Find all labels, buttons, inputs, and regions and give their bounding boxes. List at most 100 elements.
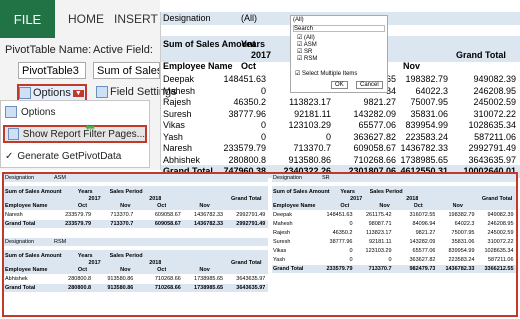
options-icon (19, 87, 31, 99)
value-field-label: Sum of Sales Amount (5, 253, 62, 259)
row-value: 0 (349, 257, 353, 263)
row-value: 261175.42 (365, 212, 392, 218)
month-nov-header: Nov (403, 61, 421, 71)
grand-total-value: 982479.73 (409, 266, 436, 272)
grand-total-header: Grand Total (231, 196, 262, 202)
row-employee-name: Suresh (273, 239, 291, 245)
year-2017-header: 2017 (88, 196, 101, 202)
row-value: 143282.09 (409, 239, 436, 245)
sales-period-label: Sales Period (369, 189, 403, 195)
chevron-down-icon[interactable]: ▼ (72, 89, 84, 97)
tab-home[interactable]: HOME (68, 0, 104, 38)
row-value: 913580.86 (107, 276, 134, 282)
row-employee-name: Deepak (273, 212, 292, 218)
multi-select-checkbox[interactable]: ☑ Select Multiple Items (295, 70, 357, 77)
month-nov-header: Nov (452, 203, 463, 209)
grand-total-value: 233579.79 (326, 266, 353, 272)
filter-row-bg (4, 238, 268, 246)
dropdown-search-input[interactable]: Search (293, 25, 385, 32)
month-oct-header: Oct (157, 267, 167, 273)
active-field-input[interactable]: Sum of Sales Amount (93, 62, 160, 79)
grand-total-value: 1436782.33 (445, 266, 475, 272)
filter-value: SR (322, 175, 330, 181)
filter-pages-icon (8, 128, 19, 140)
year-2017-header: 2017 (88, 260, 101, 266)
tab-insert[interactable]: INSERT (114, 0, 158, 38)
active-field-label: Active Field: (93, 44, 153, 56)
month-nov-header: Nov (379, 203, 390, 209)
row-value: 2992791.49 (236, 212, 266, 218)
sales-period-label: Sales Period (109, 189, 143, 195)
dropdown-item[interactable]: ☑ SR (297, 49, 317, 56)
grand-total-value: 1738985.65 (194, 285, 224, 291)
dropdown-item[interactable]: ☑ RSM (297, 56, 317, 63)
row-employee-name: Abhishek (5, 276, 28, 282)
grand-total-value: 609058.67 (154, 221, 181, 227)
row-value: 316072.55 (409, 212, 436, 218)
row-value: 1028635.34 (484, 248, 514, 254)
menu-item-generate-getpivotdata[interactable]: ✓ Generate GetPivotData (5, 151, 121, 162)
filter-value[interactable]: (All) (241, 12, 257, 25)
row-value: 46350.2 (332, 230, 353, 236)
dropdown-ok-button[interactable]: OK (331, 81, 348, 89)
grand-total-label: Grand Total (5, 285, 36, 291)
month-nov-header: Nov (120, 267, 131, 273)
filter-label: Designation (5, 239, 35, 245)
row-value: 949082.39 (487, 212, 514, 218)
row-value: 0 (349, 221, 353, 227)
row-value: 310072.22 (487, 239, 514, 245)
row-employee-name: Mahesh (273, 221, 293, 227)
row-value: 35831.06 (451, 239, 475, 245)
month-oct-header: Oct (157, 203, 167, 209)
arrow-left-icon: ⬅ (85, 120, 96, 134)
filter-value: ASM (54, 175, 66, 181)
grand-total-header: Grand Total (231, 260, 262, 266)
pivot-name-label: PivotTable Name: (5, 44, 92, 56)
row-value: 9821.27 (415, 230, 436, 236)
row-value: 198382.79 (448, 212, 475, 218)
row-value: 1436782.33 (194, 212, 224, 218)
row-label-header[interactable]: Employee Name (163, 60, 233, 73)
month-oct-header: Oct (413, 203, 423, 209)
sheet-rsm: Designation RSM Sum of Sales Amount Years Sa… (4, 238, 268, 302)
row-value: 609058.67 (154, 212, 181, 218)
filter-dropdown: (All) Search ☑ (All) ☑ ASM ☑ SR ☑ RSM ☑ … (290, 15, 388, 93)
row-value: 3643635.97 (236, 276, 266, 282)
grand-total-value: 1436782.33 (194, 221, 224, 227)
dropdown-cancel-button[interactable]: Cancel (356, 81, 383, 89)
row-value: 245002.59 (487, 230, 514, 236)
filter-row-bg (4, 174, 268, 182)
grand-total-value: 913580.86 (107, 285, 134, 291)
sheet-sr: Designation SR Sum of Sales Amount Years Sal… (272, 174, 516, 304)
row-value: 65577.06 (412, 248, 436, 254)
tab-file[interactable]: FILE (0, 0, 55, 38)
check-icon: ✓ (5, 151, 14, 162)
row-value: 1738985.65 (194, 276, 224, 282)
filter-label: Designation (5, 175, 35, 181)
grand-total-value: 710268.66 (154, 285, 181, 291)
row-value: 92181.11 (369, 239, 392, 245)
pivot-name-input[interactable]: PivotTable3 (18, 62, 86, 79)
month-nov-header: Nov (120, 203, 131, 209)
row-value: 113823.17 (365, 230, 392, 236)
row-value: 123103.29 (365, 248, 392, 254)
menu-item-options[interactable]: Options (5, 106, 55, 118)
dropdown-items: ☑ (All) ☑ ASM ☑ SR ☑ RSM (297, 35, 317, 63)
dropdown-item[interactable]: ☑ ASM (297, 42, 317, 49)
row-employee-name: Vikas (273, 248, 287, 254)
row-value: 839954.99 (448, 248, 475, 254)
grand-total-value: 713370.7 (110, 221, 134, 227)
menu-item-show-report-filter-pages[interactable]: Show Report Filter Pages... (3, 125, 147, 143)
row-value: 98087.71 (368, 221, 392, 227)
grand-total-label: Grand Total (5, 221, 36, 227)
row-value: 246208.95 (487, 221, 514, 227)
row-value: 75007.95 (451, 230, 475, 236)
grand-total-header: Grand Total (456, 50, 506, 60)
filter-label: Designation (273, 175, 303, 181)
dropdown-item[interactable]: ☑ (All) (297, 35, 317, 42)
month-oct-header: Oct (77, 267, 88, 273)
options-label: Options (33, 87, 71, 99)
grand-total-value: 3366212.55 (484, 266, 514, 272)
menu-item-label: Options (21, 106, 56, 118)
options-menu: Options Show Report Filter Pages... ✓ Ge… (0, 100, 150, 168)
